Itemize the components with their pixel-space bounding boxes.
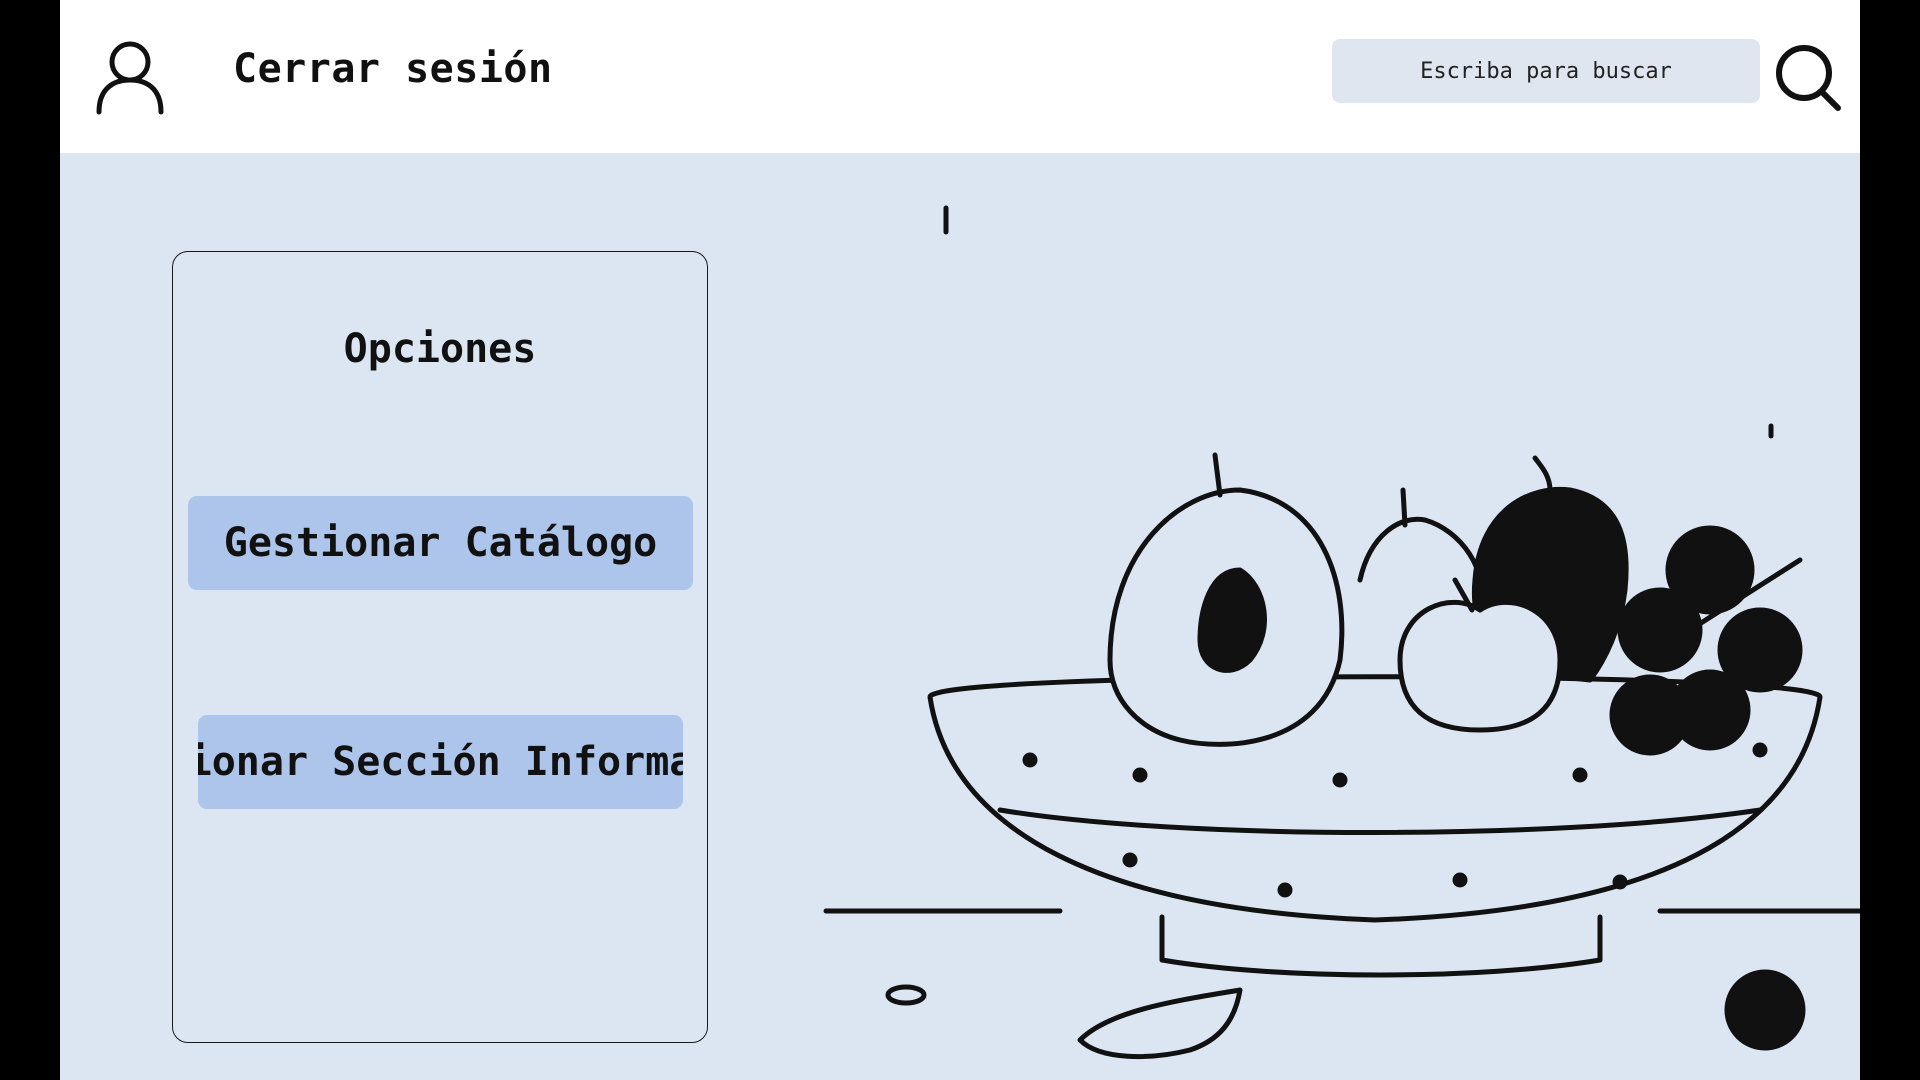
manage-catalog-label: Gestionar Catálogo	[223, 520, 658, 566]
panel-title: Opciones	[343, 326, 537, 372]
search-icon[interactable]	[1774, 42, 1844, 116]
app-screen: Cerrar sesión Opciones Gestionar Catálog…	[60, 0, 1860, 1080]
manage-catalog-button[interactable]: Gestionar Catálogo	[188, 496, 693, 590]
options-panel: Opciones Gestionar Catálogo Gestionar Se…	[172, 251, 708, 1043]
logout-link[interactable]: Cerrar sesión	[233, 46, 553, 92]
fruit-bowl-illustration	[823, 205, 1860, 1059]
header-bar: Cerrar sesión	[60, 0, 1860, 153]
manage-info-section-button[interactable]: Gestionar Sección Información	[198, 715, 683, 809]
manage-info-section-label: Gestionar Sección Información	[198, 739, 683, 785]
search-input[interactable]	[1332, 39, 1760, 103]
user-icon[interactable]	[94, 38, 166, 116]
